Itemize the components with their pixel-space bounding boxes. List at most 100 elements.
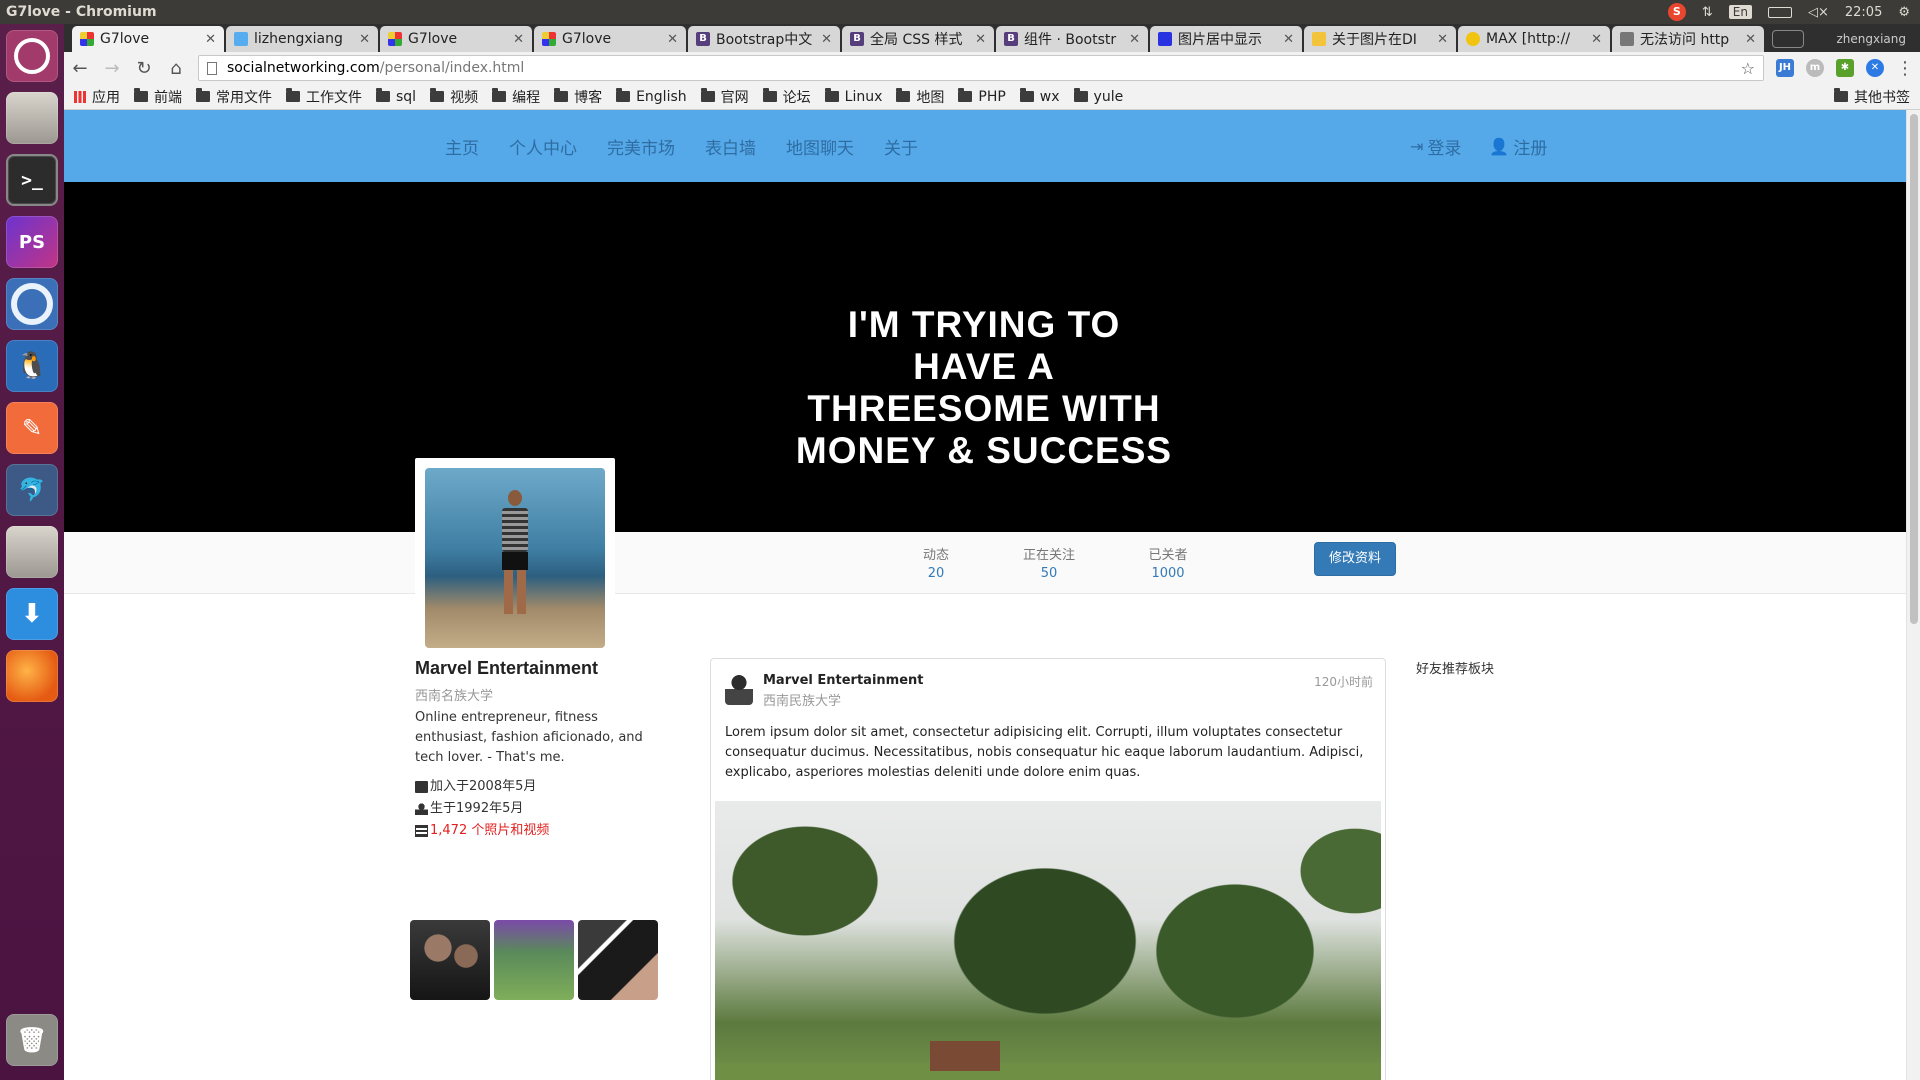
tab-close-icon[interactable]: ✕: [667, 32, 678, 47]
browser-tab[interactable]: B 全局 CSS 样式 ✕: [842, 26, 994, 52]
terminal-app-icon[interactable]: >_: [6, 154, 58, 206]
tab-close-icon[interactable]: ✕: [821, 32, 832, 47]
extension-m-icon[interactable]: m: [1806, 59, 1824, 77]
settings-gear-icon[interactable]: ⚙: [1898, 5, 1910, 20]
address-bar[interactable]: socialnetworking.com /personal/index.htm…: [198, 55, 1764, 81]
browser-tab[interactable]: MAX [http:// ✕: [1458, 26, 1610, 52]
tab-close-icon[interactable]: ✕: [975, 32, 986, 47]
bookmark-folder[interactable]: 编程: [492, 87, 540, 107]
browser-tab[interactable]: 关于图片在DI ✕: [1304, 26, 1456, 52]
firefox-app-icon[interactable]: [6, 650, 58, 702]
extension-jh-icon[interactable]: JH: [1776, 59, 1794, 77]
folder-icon: [1834, 88, 1848, 102]
site-nav-link[interactable]: 关于: [869, 134, 933, 159]
files-app-icon[interactable]: [6, 92, 58, 144]
browser-tab[interactable]: 图片居中显示 ✕: [1150, 26, 1302, 52]
browser-tab[interactable]: lizhengxiang ✕: [226, 26, 378, 52]
post-author-name[interactable]: Marvel Entertainment: [763, 673, 924, 688]
bookmark-folder[interactable]: 前端: [134, 87, 182, 107]
post-photo[interactable]: [715, 801, 1381, 1080]
stat-following[interactable]: 正在关注 50: [1009, 544, 1089, 581]
browser-tab[interactable]: 无法访问 http ✕: [1612, 26, 1764, 52]
bookmark-folder[interactable]: 博客: [554, 87, 602, 107]
site-nav-link[interactable]: 表白墙: [690, 134, 771, 159]
bookmark-folder[interactable]: PHP: [958, 88, 1006, 105]
tab-close-icon[interactable]: ✕: [205, 32, 216, 47]
bookmark-folder[interactable]: English: [616, 88, 687, 105]
archive-app-icon[interactable]: [6, 526, 58, 578]
post-author-avatar[interactable]: [725, 673, 753, 705]
bookmark-other[interactable]: 其他书签: [1834, 87, 1910, 107]
keyboard-layout-indicator[interactable]: En: [1728, 5, 1752, 19]
browser-tab[interactable]: B Bootstrap中文 ✕: [688, 26, 840, 52]
site-nav-link[interactable]: 完美市场: [592, 134, 690, 159]
site-nav-link[interactable]: 主页: [430, 134, 494, 159]
new-tab-button[interactable]: [1772, 30, 1804, 48]
battery-icon[interactable]: [1767, 6, 1792, 18]
profile-avatar[interactable]: [425, 468, 605, 648]
bookmark-folder[interactable]: 工作文件: [286, 87, 362, 107]
volume-icon[interactable]: ◁×: [1808, 5, 1829, 20]
qq-app-icon[interactable]: 🐧: [6, 340, 58, 392]
stat-posts[interactable]: 动态 20: [896, 544, 976, 581]
profile-media-link[interactable]: 1,472 个照片和视频: [415, 820, 665, 842]
sogou-input-icon[interactable]: S: [1667, 3, 1686, 21]
tab-close-icon[interactable]: ✕: [1591, 32, 1602, 47]
network-icon[interactable]: ⇅: [1702, 5, 1713, 20]
trash-icon[interactable]: 🗑: [6, 1014, 58, 1066]
mysql-workbench-icon[interactable]: 🐬: [6, 464, 58, 516]
bookmark-folder[interactable]: 视频: [430, 87, 478, 107]
page-scrollbar[interactable]: [1906, 110, 1920, 1080]
browser-tab[interactable]: G7love ✕: [534, 26, 686, 52]
forward-button[interactable]: →: [102, 58, 122, 79]
scrollbar-thumb[interactable]: [1910, 114, 1918, 624]
register-link[interactable]: 👤 注册: [1489, 134, 1547, 159]
home-button[interactable]: ⌂: [166, 58, 186, 79]
browser-tab[interactable]: G7love ✕: [380, 26, 532, 52]
ubuntu-dash-icon[interactable]: [6, 30, 58, 82]
phpstorm-app-icon[interactable]: PS: [6, 216, 58, 268]
login-link[interactable]: ⇥ 登录: [1410, 134, 1461, 159]
tab-close-icon[interactable]: ✕: [1129, 32, 1140, 47]
browser-tab[interactable]: G7love ✕: [72, 26, 224, 52]
chromium-app-icon[interactable]: [6, 278, 58, 330]
profile-badge[interactable]: zhengxiang: [1836, 32, 1906, 46]
tab-close-icon[interactable]: ✕: [513, 32, 524, 47]
tab-favicon-icon: B: [1004, 32, 1018, 46]
reload-button[interactable]: ↻: [134, 58, 154, 79]
back-button[interactable]: ←: [70, 58, 90, 79]
browser-tab[interactable]: B 组件 · Bootstr ✕: [996, 26, 1148, 52]
extension-bug-icon[interactable]: ✱: [1836, 59, 1854, 77]
profile-avatar-frame: [415, 458, 615, 653]
bookmark-folder[interactable]: yule: [1073, 88, 1123, 105]
browser-menu-icon[interactable]: ⋮: [1896, 58, 1914, 79]
page-info-icon[interactable]: [207, 61, 217, 75]
bookmark-star-icon[interactable]: ☆: [1741, 59, 1755, 78]
bookmark-apps[interactable]: 应用: [74, 87, 120, 107]
bookmark-folder[interactable]: sql: [376, 88, 416, 105]
cover-banner: I'M TRYING TO HAVE A THREESOME WITH MONE…: [64, 182, 1906, 532]
clock[interactable]: 22:05: [1845, 5, 1882, 20]
extension-blue-icon[interactable]: ✕: [1866, 59, 1884, 77]
postman-app-icon[interactable]: ✎: [6, 402, 58, 454]
media-thumbnail[interactable]: [410, 920, 490, 1000]
bookmark-folder[interactable]: 地图: [896, 87, 944, 107]
edit-profile-button[interactable]: 修改资料: [1314, 542, 1396, 576]
stat-followers[interactable]: 已关者 1000: [1128, 544, 1208, 581]
tab-close-icon[interactable]: ✕: [1437, 32, 1448, 47]
bookmark-folder[interactable]: 常用文件: [196, 87, 272, 107]
bookmark-folder[interactable]: 官网: [700, 87, 749, 107]
tab-close-icon[interactable]: ✕: [359, 32, 370, 47]
folder-icon: [376, 88, 390, 102]
media-thumbnail[interactable]: [494, 920, 574, 1000]
bookmark-folder[interactable]: wx: [1019, 88, 1060, 105]
media-thumbnail[interactable]: [578, 920, 658, 1000]
bookmark-folder[interactable]: 论坛: [762, 87, 811, 107]
login-icon: ⇥: [1410, 136, 1424, 156]
software-updater-icon[interactable]: ⬇: [6, 588, 58, 640]
bookmark-folder[interactable]: Linux: [824, 88, 882, 105]
tab-close-icon[interactable]: ✕: [1283, 32, 1294, 47]
site-nav-link[interactable]: 个人中心: [494, 134, 592, 159]
site-nav-link[interactable]: 地图聊天: [771, 134, 869, 159]
tab-close-icon[interactable]: ✕: [1745, 32, 1756, 47]
